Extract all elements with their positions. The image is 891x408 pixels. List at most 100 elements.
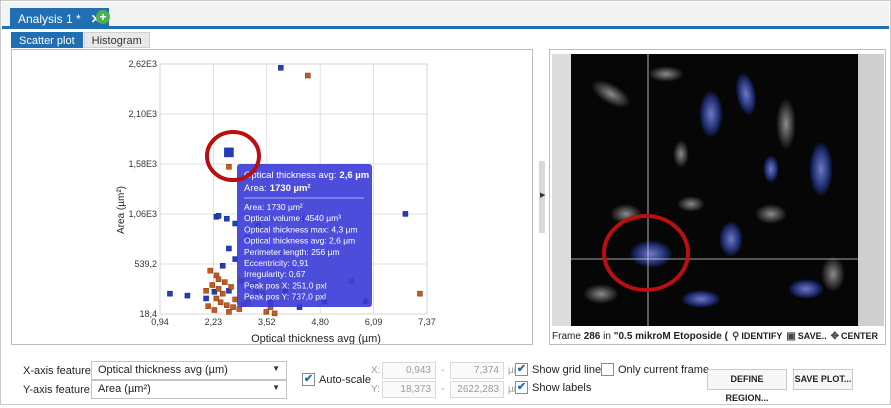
data-point[interactable] [232,256,238,262]
y-range-prefix: Y: [371,384,380,395]
cell-image [571,54,858,326]
splitter-arrow-icon[interactable]: ▶ [540,191,545,199]
data-point[interactable] [226,245,232,252]
scatter-plot-panel[interactable]: 0,94 2,23 3,52 4,80 6,09 7,37 18,4 539,2 1,06E3… [11,49,533,345]
only-current-frame-label: Only current frame [618,364,710,376]
auto-scale-checkbox[interactable]: ✔ [302,373,315,386]
x-range-prefix: X: [371,365,381,376]
tab-analysis-1[interactable]: Analysis 1 * ✕ [10,8,109,29]
data-point[interactable] [224,302,230,308]
data-point[interactable] [278,65,284,71]
tab-scatter-plot[interactable]: Scatter plot [11,32,83,48]
data-point[interactable] [207,267,213,274]
show-labels-checkbox[interactable]: ✔ [515,381,528,394]
data-point[interactable] [205,303,211,309]
y-tick-labels: 18,4 539,2 1,06E3 1,58E3 2,10E3 2,62E3 [128,59,157,319]
x-tick-label: 4,80 [311,317,329,327]
data-point[interactable] [263,309,270,315]
chevron-down-icon: ▼ [272,383,280,392]
image-margin-right [858,54,884,326]
data-point[interactable] [417,290,423,297]
tooltip-line: Irregularity: 0,67 [244,269,306,279]
auto-scale-label: Auto-scale [319,374,371,386]
y-tick-label: 2,62E3 [128,59,157,69]
center-icon: ✥ [830,330,840,342]
scatter-plot[interactable]: 0,94 2,23 3,52 4,80 6,09 7,37 18,4539,21,06E3… [12,50,532,344]
identify-button[interactable]: ⚲ IDENTIFY [732,331,782,342]
center-button[interactable]: ✥ CENTER [831,331,878,342]
data-point[interactable] [184,292,191,299]
tooltip-line: Optical volume: 4540 µm³ [244,213,341,223]
x-min-field[interactable]: 0,943 [382,362,436,379]
save-plot-button[interactable]: SAVE PLOT... [793,369,853,390]
show-grid-lines-label: Show grid lines [532,364,607,376]
x-tick-labels: 0,94 2,23 3,52 4,80 6,09 7,37 [151,317,436,327]
x-axis-label: Optical thickness avg (µm) [251,333,381,344]
data-point[interactable] [402,211,409,217]
y-axis-feature-label: Y-axis feature: [23,384,93,396]
y-tick-label: 539,2 [134,259,157,269]
data-point[interactable] [217,299,224,306]
chevron-down-icon: ▼ [272,364,280,373]
y-tick-label: 1,58E3 [128,159,157,169]
x-tick-label: 6,09 [365,317,383,327]
data-point[interactable] [215,213,222,219]
identify-icon: ⚲ [732,330,740,342]
data-point[interactable] [224,215,230,222]
y-tick-label: 2,10E3 [128,109,157,119]
y-axis-feature-dropdown[interactable]: Area (µm²) ▼ [91,380,287,399]
tab-strip: Analysis 1 * ✕ + [2,2,889,29]
data-point[interactable] [167,290,173,297]
data-point[interactable] [222,279,228,285]
data-point[interactable] [232,220,238,227]
only-current-frame-checkbox[interactable] [601,363,614,376]
tooltip-line: Eccentricity: 0,91 [244,258,309,268]
selected-data-point[interactable] [224,147,234,158]
x-axis-feature-label: X-axis feature: [23,365,94,377]
camera-icon: ▣ [786,330,796,342]
tooltip-line: Optical thickness max: 4,3 µm [244,224,358,234]
tooltip-line: Perimeter length: 256 µm [244,247,340,257]
x-tick-label: 3,52 [258,317,276,327]
y-axis-label: Area (µm²) [116,186,127,234]
data-point[interactable] [209,282,216,288]
data-point[interactable] [305,72,311,79]
y-tick-label: 18,4 [139,309,157,319]
y-tick-label: 1,06E3 [128,209,157,219]
frame-info-bar: Frame 286 in "0.5 mikroM Etoposide (W ⚲ … [552,328,884,344]
save-image-button[interactable]: ▣ SAVE.. [786,331,826,342]
show-grid-lines-checkbox[interactable]: ✔ [515,363,528,376]
data-point[interactable] [226,309,232,315]
data-point[interactable] [219,290,226,297]
data-point[interactable] [203,288,209,294]
add-tab-icon[interactable]: + [96,10,110,24]
data-point[interactable] [230,304,236,310]
point-tooltip: Optical thickness avg: 2,6 µm Area: 1730 µ… [237,164,372,307]
data-point[interactable] [271,310,278,317]
tooltip-header-2: Area: 1730 µm² [244,183,311,194]
y-range-dash: - [441,384,445,395]
data-point[interactable] [215,276,222,283]
data-point[interactable] [236,306,243,312]
data-point[interactable] [219,263,226,269]
data-point[interactable] [203,295,209,302]
data-point[interactable] [226,164,232,170]
y-min-field[interactable]: 18,373 [382,381,436,398]
panel-splitter[interactable]: ▶ [539,161,545,233]
x-axis-feature-dropdown[interactable]: Optical thickness avg (µm) ▼ [91,361,287,380]
data-point[interactable] [215,286,222,292]
cell-image-view[interactable] [571,54,858,326]
define-region-button[interactable]: DEFINE REGION... [707,369,787,403]
x-max-field[interactable]: 7,374 [450,362,504,379]
tab-title: Analysis 1 * [18,11,81,26]
data-point[interactable] [211,307,218,313]
show-labels-label: Show labels [532,382,592,394]
x-range-dash: - [441,365,445,376]
tab-histogram[interactable]: Histogram [83,32,150,48]
data-point[interactable] [232,296,238,303]
y-max-field[interactable]: 2622,283 [450,381,504,398]
tooltip-line: Area: 1730 µm² [244,202,303,212]
data-point[interactable] [228,284,234,290]
tooltip-header-1: Optical thickness avg: 2,6 µm [244,170,369,181]
tooltip-line: Peak pos X: 251,0 pxl [244,280,327,290]
